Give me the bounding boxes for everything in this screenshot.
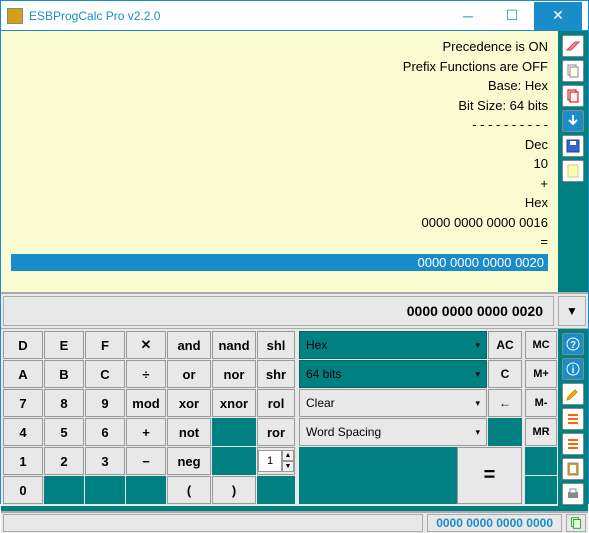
status-bar: 0000 0000 0000 0000 <box>1 511 588 533</box>
key-e[interactable]: E <box>44 331 84 359</box>
status-copy-icon[interactable] <box>566 514 586 532</box>
rotate-spinner[interactable]: ▲▼ <box>257 447 295 475</box>
list1-icon[interactable] <box>562 408 584 430</box>
key-lparen[interactable]: ( <box>167 476 211 504</box>
key-or[interactable]: or <box>167 360 211 388</box>
window-title: ESBProgCalc Pro v2.2.0 <box>29 9 446 23</box>
bits-combo[interactable]: 64 bits▾ <box>299 360 487 388</box>
mminus-button[interactable]: M- <box>525 389 557 417</box>
status-left <box>3 514 423 532</box>
key-mod[interactable]: mod <box>126 389 166 417</box>
history-panel: Precedence is ON Prefix Functions are OF… <box>1 31 558 292</box>
download-icon[interactable] <box>562 110 584 132</box>
help-icon[interactable]: ? <box>562 333 584 355</box>
copy-icon[interactable] <box>562 60 584 82</box>
key-plus[interactable]: + <box>126 418 166 446</box>
display-value: 0000 0000 0000 0020 <box>3 296 554 326</box>
key-and[interactable]: and <box>167 331 211 359</box>
key-blank <box>212 447 256 475</box>
key-9[interactable]: 9 <box>85 389 125 417</box>
key-rparen[interactable]: ) <box>212 476 256 504</box>
edit-icon[interactable] <box>562 383 584 405</box>
key-blank <box>126 476 166 504</box>
key-6[interactable]: 6 <box>85 418 125 446</box>
key-multiply[interactable]: ✕ <box>126 331 166 359</box>
key-8[interactable]: 8 <box>44 389 84 417</box>
key-shr[interactable]: shr <box>257 360 295 388</box>
key-ror[interactable]: ror <box>257 418 295 446</box>
far-right-toolbar: ? i <box>558 329 588 506</box>
c-button[interactable]: C <box>488 360 522 388</box>
svg-text:?: ? <box>570 340 576 351</box>
back-button[interactable]: ← <box>488 389 522 417</box>
key-f[interactable]: F <box>85 331 125 359</box>
history-lines: Precedence is ON Prefix Functions are OF… <box>11 37 548 252</box>
key-minus[interactable]: − <box>126 447 166 475</box>
close-button[interactable]: ✕ <box>534 2 582 30</box>
memory-column: MC M+ M- MR <box>524 329 558 506</box>
key-xor[interactable]: xor <box>167 389 211 417</box>
clear-combo[interactable]: Clear▾ <box>299 389 487 417</box>
blank <box>488 418 522 446</box>
key-0[interactable]: 0 <box>3 476 43 504</box>
info-icon[interactable]: i <box>562 358 584 380</box>
spin-up[interactable]: ▲ <box>282 450 294 461</box>
key-neg[interactable]: neg <box>167 447 211 475</box>
key-blank <box>212 418 256 446</box>
svg-text:i: i <box>572 365 575 376</box>
equals-button[interactable]: = <box>457 447 522 504</box>
key-2[interactable]: 2 <box>44 447 84 475</box>
key-1[interactable]: 1 <box>3 447 43 475</box>
key-shl[interactable]: shl <box>257 331 295 359</box>
teal-fill <box>299 447 457 504</box>
note-icon[interactable] <box>562 160 584 182</box>
key-b[interactable]: B <box>44 360 84 388</box>
base-combo[interactable]: Hex▾ <box>299 331 487 359</box>
key-rol[interactable]: rol <box>257 389 295 417</box>
keypad: D E F ✕ and nand shl A B C ÷ or nor shr … <box>1 329 297 506</box>
key-blank <box>44 476 84 504</box>
key-7[interactable]: 7 <box>3 389 43 417</box>
print-icon[interactable] <box>562 483 584 505</box>
mr-button[interactable]: MR <box>525 418 557 446</box>
key-5[interactable]: 5 <box>44 418 84 446</box>
mplus-button[interactable]: M+ <box>525 360 557 388</box>
key-3[interactable]: 3 <box>85 447 125 475</box>
key-d[interactable]: D <box>3 331 43 359</box>
key-not[interactable]: not <box>167 418 211 446</box>
app-icon <box>7 8 23 24</box>
key-xnor[interactable]: xnor <box>212 389 256 417</box>
copy-red-icon[interactable] <box>562 85 584 107</box>
display-dropdown[interactable]: ▼ <box>558 296 586 326</box>
key-nand[interactable]: nand <box>212 331 256 359</box>
key-a[interactable]: A <box>3 360 43 388</box>
key-blank <box>257 476 295 504</box>
paste-icon[interactable] <box>562 458 584 480</box>
right-toolbar <box>558 31 588 292</box>
eraser-icon[interactable] <box>562 35 584 57</box>
right-controls: Hex▾ AC 64 bits▾ C Clear▾ ← Word Spacing… <box>297 329 524 506</box>
spacing-combo[interactable]: Word Spacing▾ <box>299 418 487 446</box>
key-nor[interactable]: nor <box>212 360 256 388</box>
key-divide[interactable]: ÷ <box>126 360 166 388</box>
history-current: 0000 0000 0000 0020 <box>11 254 548 271</box>
ac-button[interactable]: AC <box>488 331 522 359</box>
maximize-button[interactable]: ☐ <box>490 2 534 30</box>
status-binary: 0000 0000 0000 0000 <box>427 514 562 532</box>
mc-button[interactable]: MC <box>525 331 557 359</box>
save-icon[interactable] <box>562 135 584 157</box>
key-c[interactable]: C <box>85 360 125 388</box>
list2-icon[interactable] <box>562 433 584 455</box>
minimize-button[interactable]: ─ <box>446 2 490 30</box>
key-blank <box>85 476 125 504</box>
key-4[interactable]: 4 <box>3 418 43 446</box>
spin-down[interactable]: ▼ <box>282 461 294 472</box>
rotate-input[interactable] <box>258 450 282 472</box>
